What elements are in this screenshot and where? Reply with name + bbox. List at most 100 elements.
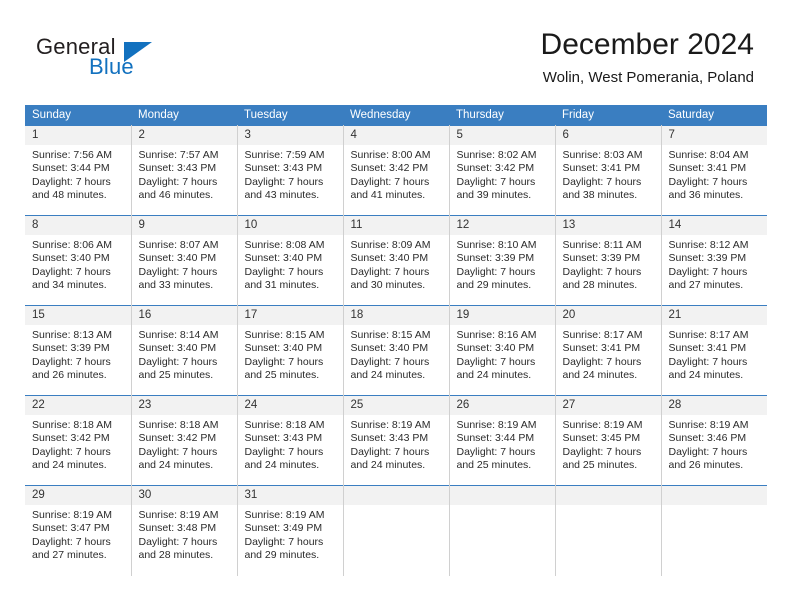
sunset-text: Sunset: 3:39 PM [32,342,110,355]
day-details: Sunrise: 8:09 AM Sunset: 3:40 PM Dayligh… [344,235,449,293]
sunset-text: Sunset: 3:48 PM [138,522,217,535]
day-details: Sunrise: 7:56 AM Sunset: 3:44 PM Dayligh… [25,145,131,203]
sunset-text: Sunset: 3:42 PM [138,432,217,445]
day-cell[interactable]: 6 Sunrise: 8:03 AM Sunset: 3:41 PM Dayli… [555,125,662,216]
day-cell[interactable]: 25 Sunrise: 8:19 AM Sunset: 3:43 PM Dayl… [343,395,450,486]
day-cell[interactable]: 28 Sunrise: 8:19 AM Sunset: 3:46 PM Dayl… [661,395,768,486]
day-cell[interactable]: 18 Sunrise: 8:15 AM Sunset: 3:40 PM Dayl… [343,305,450,396]
day-details: Sunrise: 8:19 AM Sunset: 3:44 PM Dayligh… [450,415,555,473]
page-title: December 2024 [540,28,754,61]
day-cell[interactable]: 17 Sunrise: 8:15 AM Sunset: 3:40 PM Dayl… [237,305,344,396]
day-number: 27 [555,396,661,415]
sunrise-text: Sunrise: 8:19 AM [244,509,325,521]
day-number: 8 [25,216,131,235]
daylight-text-line2: and 39 minutes. [456,189,532,202]
sunrise-text: Sunrise: 8:19 AM [668,419,749,431]
day-cell[interactable]: 4 Sunrise: 8:00 AM Sunset: 3:42 PM Dayli… [343,125,450,216]
day-cell[interactable]: 12 Sunrise: 8:10 AM Sunset: 3:39 PM Dayl… [449,215,556,306]
daylight-text-line2: and 31 minutes. [244,279,320,292]
daylight-text-line1: Daylight: 7 hours [456,265,536,278]
day-cell[interactable]: 22 Sunrise: 8:18 AM Sunset: 3:42 PM Dayl… [25,395,132,486]
sunrise-text: Sunrise: 8:15 AM [244,329,325,341]
day-cell[interactable]: 21 Sunrise: 8:17 AM Sunset: 3:41 PM Dayl… [661,305,767,396]
day-details: Sunrise: 8:19 AM Sunset: 3:48 PM Dayligh… [132,505,237,563]
day-details: Sunrise: 8:19 AM Sunset: 3:43 PM Dayligh… [344,415,449,473]
daylight-text-line1: Daylight: 7 hours [32,535,111,548]
day-cell[interactable]: 13 Sunrise: 8:11 AM Sunset: 3:39 PM Dayl… [555,215,662,306]
day-cell[interactable]: 31 Sunrise: 8:19 AM Sunset: 3:49 PM Dayl… [237,485,344,576]
daylight-text-line1: Daylight: 7 hours [350,175,430,188]
day-number: 29 [25,486,131,505]
sunrise-text: Sunrise: 7:57 AM [138,149,219,161]
day-cell[interactable]: 19 Sunrise: 8:16 AM Sunset: 3:40 PM Dayl… [449,305,556,396]
sunrise-text: Sunrise: 8:08 AM [244,239,325,251]
day-cell[interactable]: 3 Sunrise: 7:59 AM Sunset: 3:43 PM Dayli… [237,125,344,216]
day-cell[interactable]: 14 Sunrise: 8:12 AM Sunset: 3:39 PM Dayl… [661,215,768,306]
weekday-header-thursday: Thursday [449,105,555,126]
day-details: Sunrise: 7:59 AM Sunset: 3:43 PM Dayligh… [238,145,343,203]
day-details: Sunrise: 8:00 AM Sunset: 3:42 PM Dayligh… [344,145,449,203]
sunrise-text: Sunrise: 8:06 AM [32,239,112,251]
day-cell[interactable]: 30 Sunrise: 8:19 AM Sunset: 3:48 PM Dayl… [131,485,238,576]
daylight-text-line1: Daylight: 7 hours [138,265,218,278]
sunset-text: Sunset: 3:49 PM [244,522,323,535]
daylight-text-line1: Daylight: 7 hours [32,445,111,458]
sunset-text: Sunset: 3:40 PM [350,252,429,265]
day-cell[interactable]: 7 Sunrise: 8:04 AM Sunset: 3:41 PM Dayli… [661,125,768,216]
calendar-week-row: 15 Sunrise: 8:13 AM Sunset: 3:39 PM Dayl… [25,305,767,396]
day-cell[interactable]: 11 Sunrise: 8:09 AM Sunset: 3:40 PM Dayl… [343,215,450,306]
sunset-text: Sunset: 3:40 PM [350,342,429,355]
daylight-text-line1: Daylight: 7 hours [456,175,536,188]
day-cell[interactable]: 2 Sunrise: 7:57 AM Sunset: 3:43 PM Dayli… [131,125,238,216]
day-details: Sunrise: 8:17 AM Sunset: 3:41 PM Dayligh… [556,325,661,383]
day-number: 22 [25,396,131,415]
brand-logo[interactable]: General Blue [36,34,236,84]
daylight-text-line2: and 24 minutes. [562,369,638,382]
day-details: Sunrise: 8:18 AM Sunset: 3:43 PM Dayligh… [238,415,343,473]
day-number: 31 [237,486,343,505]
day-number: 11 [343,216,449,235]
daylight-text-line2: and 24 minutes. [668,369,744,382]
day-details: Sunrise: 8:19 AM Sunset: 3:46 PM Dayligh… [662,415,768,473]
sunset-text: Sunset: 3:43 PM [138,162,217,175]
day-cell[interactable]: 5 Sunrise: 8:02 AM Sunset: 3:42 PM Dayli… [449,125,556,216]
sunset-text: Sunset: 3:39 PM [562,252,641,265]
sunset-text: Sunset: 3:43 PM [350,432,429,445]
day-cell-empty [555,485,662,576]
daylight-text-line2: and 38 minutes. [562,189,638,202]
daylight-text-line2: and 43 minutes. [244,189,320,202]
day-cell[interactable]: 9 Sunrise: 8:07 AM Sunset: 3:40 PM Dayli… [131,215,238,306]
day-details: Sunrise: 8:15 AM Sunset: 3:40 PM Dayligh… [344,325,449,383]
day-number: 19 [449,306,555,325]
day-number: 5 [449,126,555,145]
daylight-text-line1: Daylight: 7 hours [350,265,430,278]
day-cell[interactable]: 8 Sunrise: 8:06 AM Sunset: 3:40 PM Dayli… [25,215,132,306]
daylight-text-line2: and 25 minutes. [138,369,214,382]
daylight-text-line2: and 24 minutes. [350,459,426,472]
day-cell[interactable]: 15 Sunrise: 8:13 AM Sunset: 3:39 PM Dayl… [25,305,132,396]
sunset-text: Sunset: 3:40 PM [32,252,110,265]
brand-name-blue: Blue [89,54,134,79]
day-cell[interactable]: 26 Sunrise: 8:19 AM Sunset: 3:44 PM Dayl… [449,395,556,486]
day-details: Sunrise: 8:19 AM Sunset: 3:49 PM Dayligh… [238,505,343,563]
day-cell[interactable]: 1 Sunrise: 7:56 AM Sunset: 3:44 PM Dayli… [25,125,132,216]
day-details: Sunrise: 8:12 AM Sunset: 3:39 PM Dayligh… [662,235,768,293]
sunrise-text: Sunrise: 8:19 AM [456,419,537,431]
day-cell[interactable]: 24 Sunrise: 8:18 AM Sunset: 3:43 PM Dayl… [237,395,344,486]
day-cell[interactable]: 10 Sunrise: 8:08 AM Sunset: 3:40 PM Dayl… [237,215,344,306]
daylight-text-line1: Daylight: 7 hours [244,175,324,188]
daylight-text-line1: Daylight: 7 hours [562,355,642,368]
daylight-text-line2: and 25 minutes. [456,459,532,472]
calendar-page: General Blue December 2024 Wolin, West P… [0,0,792,612]
day-cell[interactable]: 20 Sunrise: 8:17 AM Sunset: 3:41 PM Dayl… [555,305,662,396]
day-details: Sunrise: 8:04 AM Sunset: 3:41 PM Dayligh… [662,145,768,203]
daylight-text-line2: and 26 minutes. [668,459,744,472]
day-cell[interactable]: 16 Sunrise: 8:14 AM Sunset: 3:40 PM Dayl… [131,305,238,396]
day-cell[interactable]: 27 Sunrise: 8:19 AM Sunset: 3:45 PM Dayl… [555,395,662,486]
daylight-text-line1: Daylight: 7 hours [350,445,430,458]
day-cell[interactable]: 23 Sunrise: 8:18 AM Sunset: 3:42 PM Dayl… [131,395,238,486]
sunrise-text: Sunrise: 8:18 AM [138,419,219,431]
day-cell[interactable]: 29 Sunrise: 8:19 AM Sunset: 3:47 PM Dayl… [25,485,132,576]
daylight-text-line1: Daylight: 7 hours [350,355,430,368]
sunrise-text: Sunrise: 7:56 AM [32,149,112,161]
